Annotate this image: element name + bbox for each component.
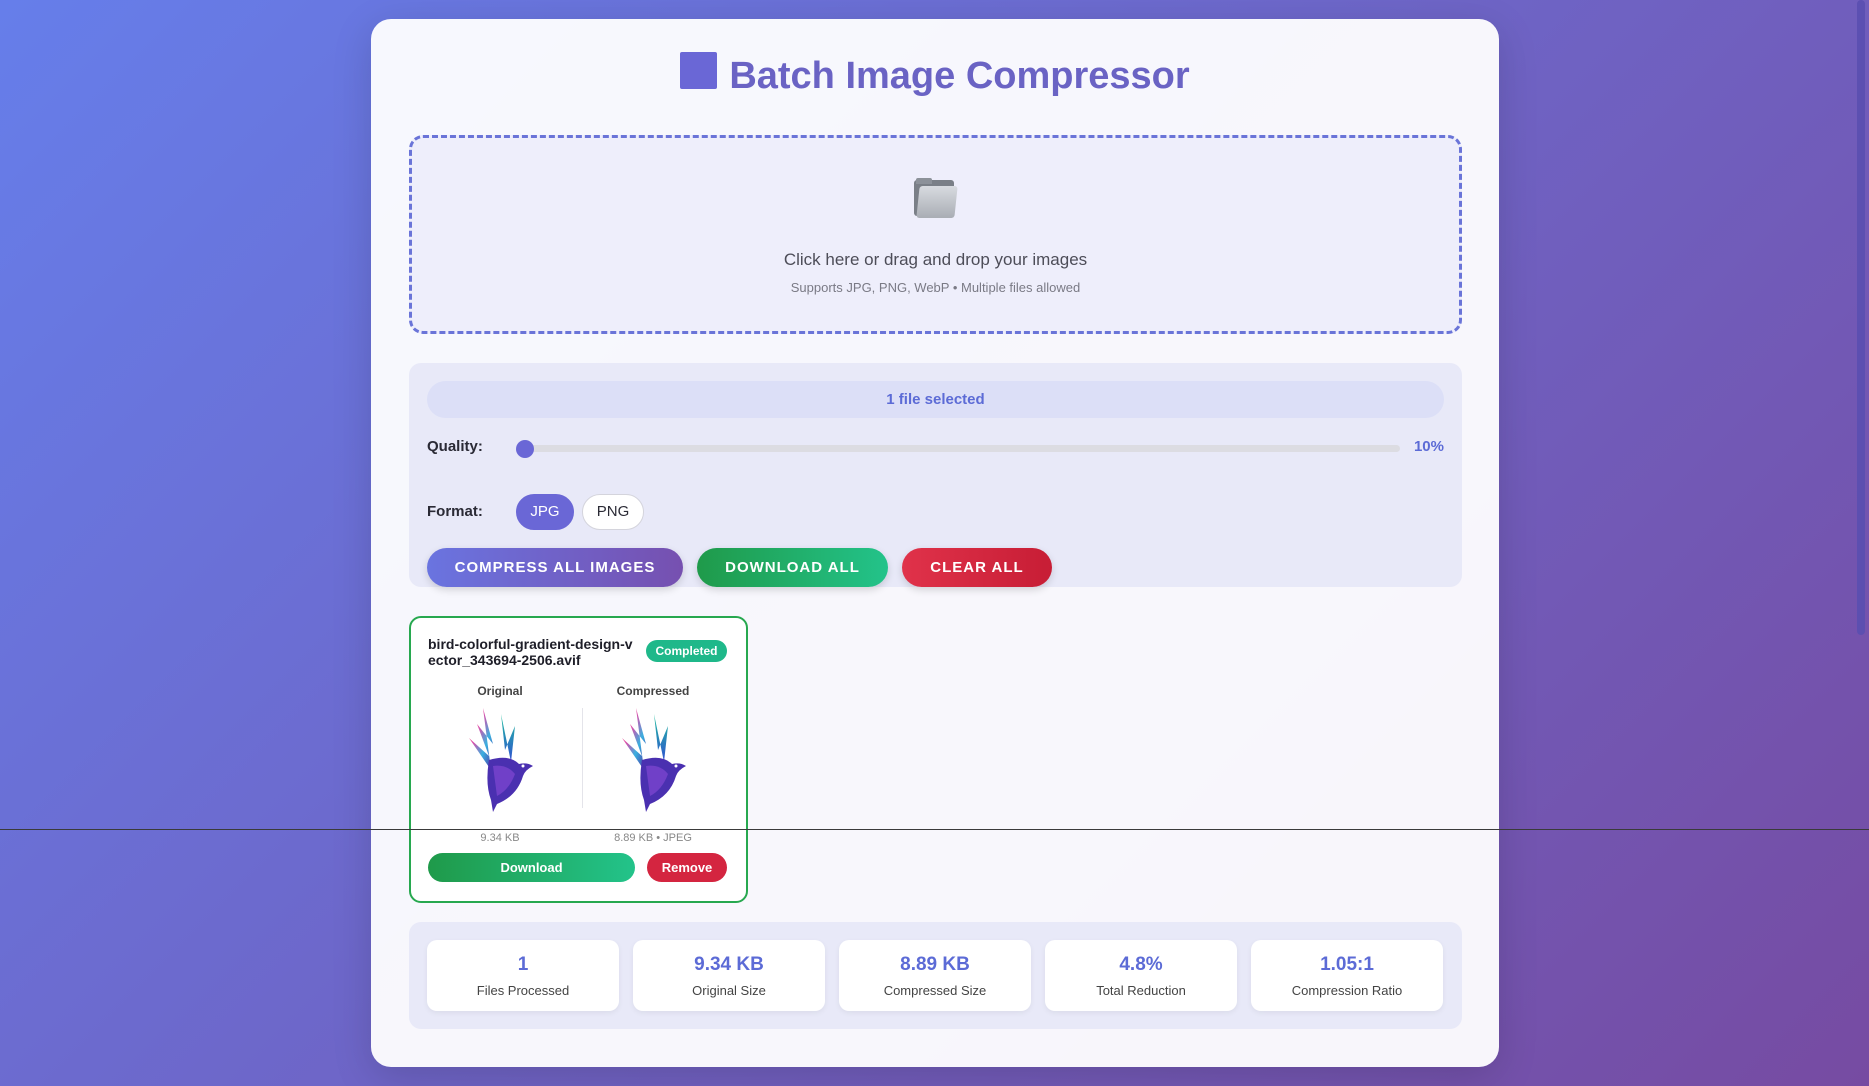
compressed-bird-image xyxy=(622,708,686,812)
page-title-text: Batch Image Compressor xyxy=(729,55,1190,97)
stat-label: Compression Ratio xyxy=(1291,983,1403,998)
compressed-size-info: 8.89 KB • JPEG xyxy=(614,832,692,844)
controls-panel: 1 file selected Quality: 10% Format: JPG… xyxy=(409,363,1462,587)
comparison-divider xyxy=(582,708,583,808)
status-badge: Completed xyxy=(646,640,727,662)
original-size: 9.34 KB xyxy=(480,832,520,844)
stat-compressed-size: 8.89 KB Compressed Size xyxy=(839,940,1031,1011)
stat-files-processed: 1 Files Processed xyxy=(427,940,619,1011)
stat-original-size: 9.34 KB Original Size xyxy=(633,940,825,1011)
file-name: bird-colorful-gradient-design-vector_343… xyxy=(428,636,633,668)
quality-slider-track[interactable] xyxy=(517,445,1400,452)
stat-value: 8.89 KB xyxy=(900,954,970,975)
remove-file-button[interactable]: Remove xyxy=(647,853,727,882)
square-icon xyxy=(680,52,718,89)
stat-label: Total Reduction xyxy=(1096,983,1186,998)
stat-value: 4.8% xyxy=(1119,954,1163,975)
stat-total-reduction: 4.8% Total Reduction xyxy=(1045,940,1237,1011)
format-label: Format: xyxy=(427,503,483,520)
stat-label: Original Size xyxy=(692,983,766,998)
dropzone-instructions: Click here or drag and drop your images xyxy=(783,250,1088,269)
download-all-button[interactable]: DOWNLOAD ALL xyxy=(697,548,888,587)
original-label: Original xyxy=(477,684,523,698)
stat-value: 1 xyxy=(517,954,529,975)
format-jpg-button[interactable]: JPG xyxy=(516,494,574,530)
page-scrollbar[interactable] xyxy=(1857,0,1865,635)
app-container: Batch Image Compressor Click here or dra… xyxy=(371,19,1499,1067)
horizontal-guide-line xyxy=(0,829,1869,830)
quality-value: 10% xyxy=(1413,438,1444,455)
format-png-button[interactable]: PNG xyxy=(582,494,644,530)
upload-dropzone[interactable]: Click here or drag and drop your images … xyxy=(409,135,1462,334)
download-file-button[interactable]: Download xyxy=(428,853,635,882)
stat-compression-ratio: 1.05:1 Compression Ratio xyxy=(1251,940,1443,1011)
page-title: Batch Image Compressor xyxy=(371,52,1499,98)
clear-all-button[interactable]: CLEAR ALL xyxy=(902,548,1052,587)
compressed-label: Compressed xyxy=(616,684,690,698)
stats-panel: 1 Files Processed 9.34 KB Original Size … xyxy=(409,922,1462,1029)
stat-label: Files Processed xyxy=(476,983,570,998)
original-bird-image xyxy=(469,708,533,812)
files-selected-status: 1 file selected xyxy=(427,381,1444,418)
quality-label: Quality: xyxy=(427,438,483,455)
stat-value: 1.05:1 xyxy=(1320,954,1374,975)
compress-all-button[interactable]: COMPRESS ALL IMAGES xyxy=(427,548,683,587)
quality-slider-thumb[interactable] xyxy=(516,440,534,458)
file-card: bird-colorful-gradient-design-vector_343… xyxy=(409,616,748,903)
folder-icon xyxy=(914,178,958,218)
dropzone-supported-formats: Supports JPG, PNG, WebP • Multiple files… xyxy=(790,280,1081,295)
stat-label: Compressed Size xyxy=(883,983,987,998)
stat-value: 9.34 KB xyxy=(694,954,764,975)
